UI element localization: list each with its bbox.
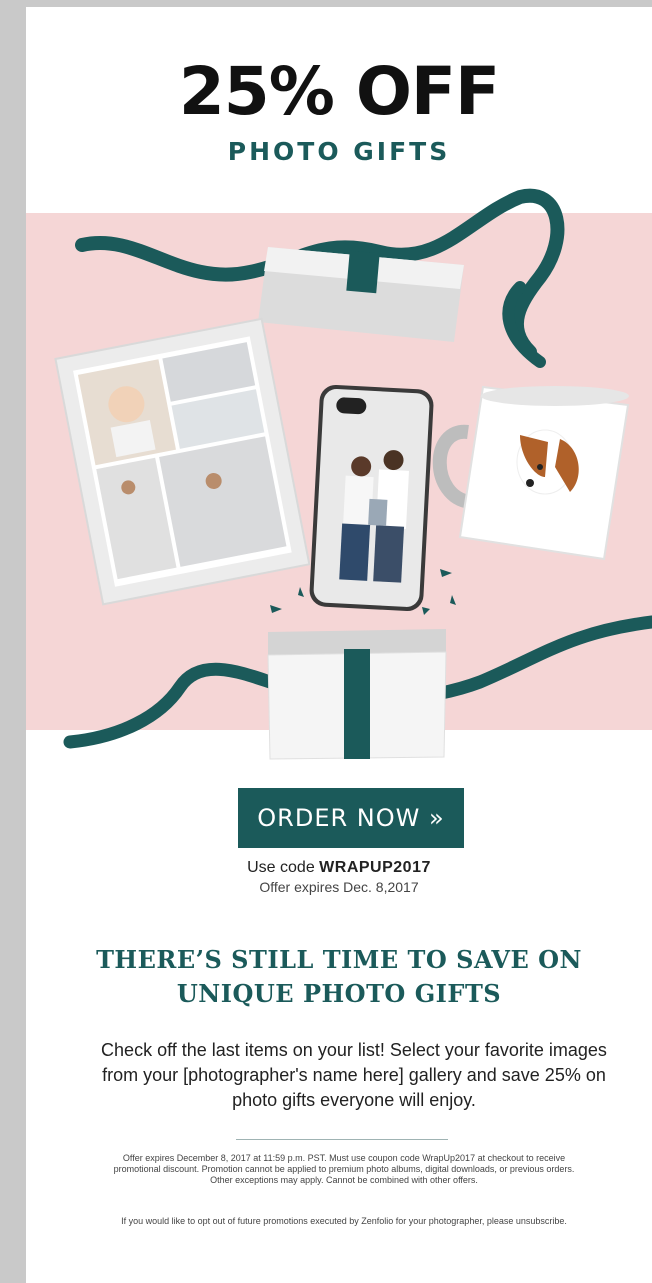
phone-case [309,384,434,612]
divider [236,1139,448,1140]
unsubscribe-text[interactable]: If you would like to opt out of future p… [96,1216,592,1227]
coupon-code-line: Use code WRAPUP2017 [26,859,652,877]
headline: 25% OFF [178,53,500,130]
gift-box-lid [258,247,464,342]
fine-print: Offer expires December 8, 2017 at 11:59 … [113,1153,575,1185]
mug [432,385,630,561]
subhead: PHOTO GIFTS [227,137,451,166]
email-card: 25% OFF PHOTO GIFTS ORDER NOW » Use code… [26,7,652,1283]
offer-expires: Offer expires Dec. 8,2017 [259,879,419,895]
hero-illustration[interactable] [26,177,652,767]
gift-box-open [267,629,447,760]
order-now-button[interactable]: ORDER NOW » [238,788,464,848]
code-prefix: Use code [247,859,320,876]
double-chevron-right-icon: » [429,804,445,832]
section-title: THERE’S STILL TIME TO SAVE ON UNIQUE PHO… [96,945,582,1008]
coupon-code: WRAPUP2017 [319,859,431,876]
order-now-label: ORDER NOW [257,804,421,832]
section-body: Check off the last items on your list! S… [101,1040,607,1110]
photo-frame [54,317,311,606]
